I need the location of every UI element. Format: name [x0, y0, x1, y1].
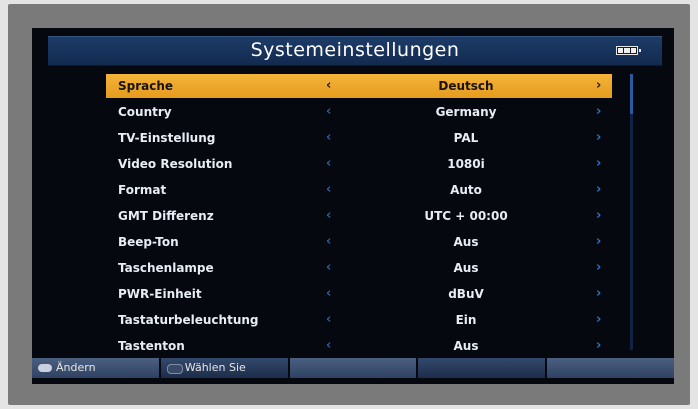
- chevron-left-icon[interactable]: ‹: [326, 182, 331, 197]
- chevron-left-icon[interactable]: ‹: [326, 208, 331, 223]
- chevron-right-icon[interactable]: ›: [596, 182, 601, 197]
- chevron-right-icon[interactable]: ›: [596, 286, 601, 301]
- menu-item-label: Taschenlampe: [118, 261, 214, 275]
- menu-item-pwr-einheit[interactable]: PWR-Einheit ‹ dBuV ›: [106, 282, 612, 308]
- footer-segment-empty: [289, 358, 417, 378]
- chevron-right-icon[interactable]: ›: [596, 104, 601, 119]
- device-bezel: Systemeinstellungen Sprache ‹ Deutsch › …: [8, 4, 690, 405]
- chevron-left-icon[interactable]: ‹: [326, 312, 331, 327]
- menu-item-value: UTC + 00:00: [424, 209, 508, 223]
- chevron-right-icon[interactable]: ›: [596, 338, 601, 353]
- menu-item-tastenton[interactable]: Tastenton ‹ Aus ›: [106, 334, 612, 360]
- chevron-right-icon[interactable]: ›: [596, 260, 601, 275]
- menu-item-label: Beep-Ton: [118, 235, 179, 249]
- title-bar: Systemeinstellungen: [48, 36, 662, 66]
- scrollbar-thumb[interactable]: [630, 74, 633, 114]
- menu-item-taschenlampe[interactable]: Taschenlampe ‹ Aus ›: [106, 256, 612, 282]
- battery-icon: [616, 46, 641, 55]
- page-title: Systemeinstellungen: [250, 39, 460, 61]
- menu-item-label: Tastenton: [118, 339, 185, 353]
- menu-item-label: Tastaturbeleuchtung: [118, 313, 259, 327]
- menu-item-value: 1080i: [447, 157, 485, 171]
- change-button[interactable]: Ändern: [32, 358, 159, 378]
- menu-item-value: PAL: [453, 131, 479, 145]
- select-button[interactable]: Wählen Sie: [160, 358, 288, 378]
- menu-item-tv-einstellung[interactable]: TV-Einstellung ‹ PAL ›: [106, 126, 612, 152]
- menu-item-label: TV-Einstellung: [118, 131, 216, 145]
- chevron-left-icon[interactable]: ‹: [326, 338, 331, 353]
- footer-bar: Ändern Wählen Sie: [32, 358, 674, 378]
- menu-item-country[interactable]: Country ‹ Germany ›: [106, 100, 612, 126]
- device-screen: Systemeinstellungen Sprache ‹ Deutsch › …: [32, 28, 674, 384]
- menu-item-value: Deutsch: [438, 79, 494, 93]
- menu-item-label: PWR-Einheit: [118, 287, 202, 301]
- chevron-right-icon[interactable]: ›: [596, 234, 601, 249]
- chevron-left-icon[interactable]: ‹: [326, 286, 331, 301]
- chevron-right-icon[interactable]: ›: [596, 312, 601, 327]
- chevron-right-icon[interactable]: ›: [596, 130, 601, 145]
- footer-segment-empty: [547, 358, 674, 378]
- menu-item-label: Sprache: [118, 79, 174, 93]
- menu-item-gmt-differenz[interactable]: GMT Differenz ‹ UTC + 00:00 ›: [106, 204, 612, 230]
- select-label: Wählen Sie: [184, 361, 246, 374]
- menu-item-beep-ton[interactable]: Beep-Ton ‹ Aus ›: [106, 230, 612, 256]
- chevron-left-icon[interactable]: ‹: [326, 104, 331, 119]
- menu-item-sprache[interactable]: Sprache ‹ Deutsch ›: [106, 74, 612, 98]
- menu-item-label: GMT Differenz: [118, 209, 214, 223]
- footer-segment-empty: [418, 358, 546, 378]
- chevron-left-icon[interactable]: ‹: [326, 78, 331, 93]
- settings-menu: Sprache ‹ Deutsch › Country ‹ Germany › …: [106, 74, 612, 360]
- menu-item-value: Aus: [453, 339, 479, 353]
- chevron-left-icon[interactable]: ‹: [326, 234, 331, 249]
- chevron-right-icon[interactable]: ›: [596, 78, 601, 93]
- menu-item-format[interactable]: Format ‹ Auto ›: [106, 178, 612, 204]
- key-icon: [38, 364, 52, 372]
- menu-item-label: Country: [118, 105, 172, 119]
- chevron-left-icon[interactable]: ‹: [326, 130, 331, 145]
- menu-item-label: Video Resolution: [118, 157, 233, 171]
- chevron-left-icon[interactable]: ‹: [326, 260, 331, 275]
- navigate-key-icon: [166, 364, 183, 374]
- menu-item-value: dBuV: [448, 287, 484, 301]
- menu-item-label: Format: [118, 183, 167, 197]
- menu-item-value: Aus: [453, 235, 479, 249]
- chevron-right-icon[interactable]: ›: [596, 208, 601, 223]
- menu-item-value: Aus: [453, 261, 479, 275]
- menu-item-value: Ein: [455, 313, 477, 327]
- change-label: Ändern: [56, 361, 96, 374]
- menu-item-video-resolution[interactable]: Video Resolution ‹ 1080i ›: [106, 152, 612, 178]
- menu-item-tastaturbeleuchtung[interactable]: Tastaturbeleuchtung ‹ Ein ›: [106, 308, 612, 334]
- chevron-left-icon[interactable]: ‹: [326, 156, 331, 171]
- menu-scrollbar[interactable]: [630, 74, 633, 350]
- menu-item-value: Auto: [450, 183, 482, 197]
- chevron-right-icon[interactable]: ›: [596, 156, 601, 171]
- menu-item-value: Germany: [435, 105, 497, 119]
